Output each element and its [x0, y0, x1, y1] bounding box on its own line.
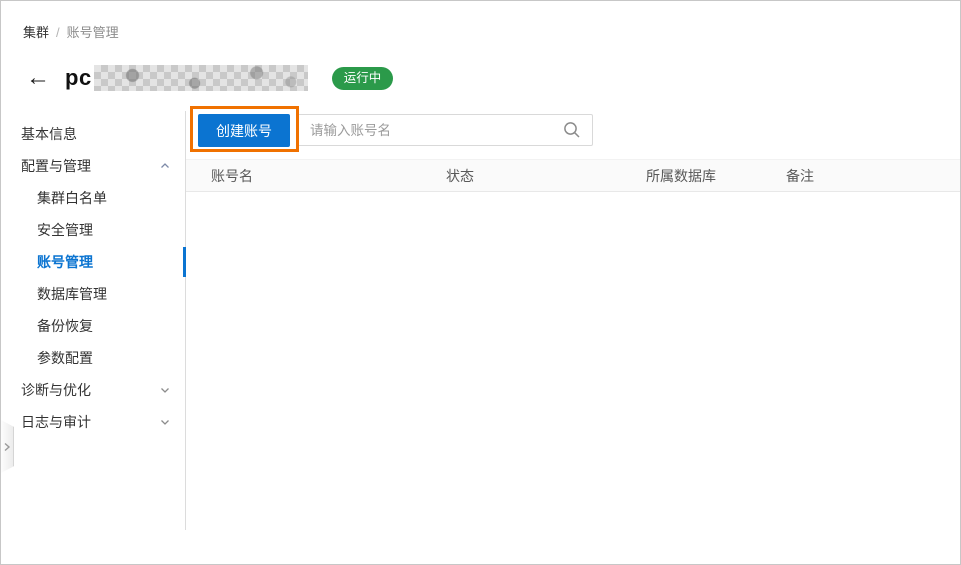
sidebar-item-cluster-whitelist[interactable]: 集群白名单 — [1, 182, 185, 214]
console-window: 集群 / 账号管理 ← pc 运行中 基本信息 配置与管理 集群白名单 安全管理 — [0, 0, 961, 565]
breadcrumb: 集群 / 账号管理 — [1, 1, 960, 40]
column-header-status: 状态 — [446, 168, 474, 184]
column-header-remark: 备注 — [786, 168, 814, 184]
create-account-button[interactable]: 创建账号 — [198, 114, 290, 147]
sidebar-item-logs-audit[interactable]: 日志与审计 — [1, 406, 185, 438]
back-icon[interactable]: ← — [26, 66, 50, 90]
chevron-right-icon — [4, 442, 11, 451]
column-header-database: 所属数据库 — [646, 168, 716, 184]
panel-expand-handle[interactable] — [1, 420, 14, 473]
sidebar-item-parameter-config[interactable]: 参数配置 — [1, 342, 185, 374]
breadcrumb-current: 账号管理 — [66, 25, 119, 40]
search-input[interactable] — [297, 114, 593, 146]
table-empty-body — [186, 192, 960, 530]
table-header-row: 账号名 状态 所属数据库 备注 — [186, 159, 960, 192]
sidebar-item-label: 备份恢复 — [37, 318, 93, 334]
sidebar-item-label: 集群白名单 — [37, 190, 107, 206]
masked-instance-id — [93, 65, 308, 91]
sidebar-item-label: 安全管理 — [37, 222, 93, 238]
sidebar-item-label: 配置与管理 — [21, 158, 91, 174]
title-bar: ← pc 运行中 — [1, 61, 960, 95]
search-box — [297, 114, 593, 146]
sidebar-item-label: 日志与审计 — [21, 414, 91, 430]
chevron-down-icon — [160, 417, 170, 427]
sidebar-item-basic-info[interactable]: 基本信息 — [1, 118, 185, 150]
page-title: pc — [65, 65, 92, 90]
sidebar-item-database-management[interactable]: 数据库管理 — [1, 278, 185, 310]
breadcrumb-separator: / — [56, 25, 60, 40]
sidebar-nav: 基本信息 配置与管理 集群白名单 安全管理 账号管理 数据库管理 备份恢复 参数… — [1, 111, 186, 530]
toolbar: 创建账号 — [186, 106, 960, 159]
sidebar-item-account-management[interactable]: 账号管理 — [1, 246, 186, 278]
main-panel: 创建账号 账号名 状态 所属数据库 备注 — [185, 106, 960, 530]
sidebar-item-label: 数据库管理 — [37, 286, 107, 302]
sidebar-item-label: 账号管理 — [37, 254, 93, 270]
content-area: 基本信息 配置与管理 集群白名单 安全管理 账号管理 数据库管理 备份恢复 参数… — [1, 106, 960, 530]
status-badge: 运行中 — [331, 66, 394, 90]
sidebar-item-backup-restore[interactable]: 备份恢复 — [1, 310, 185, 342]
sidebar-item-label: 基本信息 — [21, 126, 77, 142]
search-icon[interactable] — [563, 121, 581, 139]
chevron-down-icon — [160, 385, 170, 395]
sidebar-item-config-management[interactable]: 配置与管理 — [1, 150, 185, 182]
sidebar-item-label: 参数配置 — [37, 350, 93, 366]
breadcrumb-cluster[interactable]: 集群 — [23, 25, 49, 40]
sidebar-item-label: 诊断与优化 — [21, 382, 91, 398]
column-header-account-name: 账号名 — [211, 168, 253, 184]
sidebar-item-security-management[interactable]: 安全管理 — [1, 214, 185, 246]
sidebar-item-diagnosis-optimization[interactable]: 诊断与优化 — [1, 374, 185, 406]
chevron-up-icon — [160, 161, 170, 171]
